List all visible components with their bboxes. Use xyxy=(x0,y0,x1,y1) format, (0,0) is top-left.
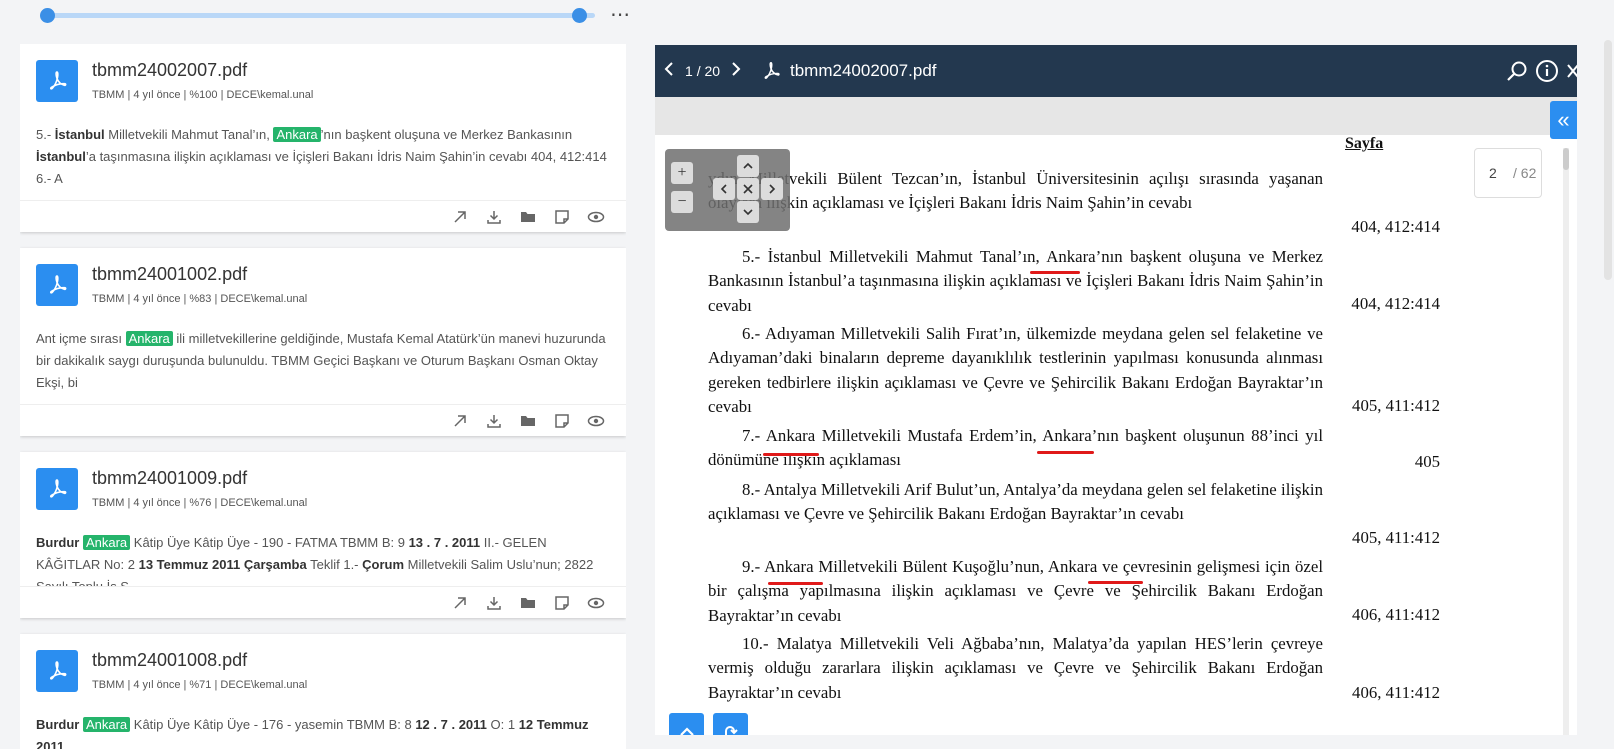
toc-page-ref: 406, 411:412 xyxy=(1352,605,1440,624)
result-snippet: 5.- İstanbul Milletvekili Mahmut Tanal’ı… xyxy=(36,127,607,186)
result-snippet: Burdur Ankara Kâtip Üye Kâtip Üye - 176 … xyxy=(36,717,589,749)
toc-entry: 10.- Malatya Milletvekili Veli Ağbaba’nı… xyxy=(708,634,1323,702)
download-icon[interactable] xyxy=(484,593,504,613)
toc-entry: 8.- Antalya Milletvekili Arif Bulut’un, … xyxy=(708,480,1323,524)
range-handle-min[interactable] xyxy=(40,8,55,23)
result-meta: TBMM | 4 yıl önce | %76 | DECE\kemal.una… xyxy=(92,497,308,509)
viewer-scrollbar[interactable] xyxy=(1563,148,1569,735)
toc-entry: ydın Milletvekili Bülent Tezcan’ın, İsta… xyxy=(708,169,1323,213)
viewer-filename: tbmm24002007.pdf xyxy=(790,61,937,80)
result-snippet: Ant içme sırası Ankara ili milletvekille… xyxy=(36,331,606,390)
result-actions xyxy=(20,404,626,436)
toc-page-ref: 405 xyxy=(1414,452,1440,471)
annotation-underline xyxy=(1088,581,1143,584)
search-icon[interactable] xyxy=(1505,59,1529,88)
annotation-underline xyxy=(1037,451,1094,454)
pan-right-button[interactable] xyxy=(761,178,783,200)
annotation-underline xyxy=(1030,271,1080,274)
toc-page-ref: 404, 412:414 xyxy=(1351,294,1440,313)
toc-entry: 5.- İstanbul Milletvekili Mahmut Tanal’ı… xyxy=(708,247,1323,315)
info-icon[interactable] xyxy=(1535,59,1559,88)
result-card[interactable]: tbmm24001008.pdf TBMM | 4 yıl önce | %71… xyxy=(20,634,626,749)
annotation-underline xyxy=(763,453,819,456)
viewer-toolbar: 1 / 20 tbmm24002007.pdf xyxy=(655,45,1577,97)
folder-icon[interactable] xyxy=(518,207,538,227)
page-scrollbar[interactable] xyxy=(1604,40,1612,280)
download-icon[interactable] xyxy=(484,411,504,431)
pdf-icon xyxy=(36,468,78,510)
viewer-scrollbar-thumb[interactable] xyxy=(1563,148,1569,170)
result-snippet: Burdur Ankara Kâtip Üye Kâtip Üye - 190 … xyxy=(36,535,594,586)
viewer-page-gap xyxy=(655,97,1577,135)
range-handle-max[interactable] xyxy=(572,8,587,23)
scroll-top-button[interactable] xyxy=(669,713,704,735)
result-meta: TBMM | 4 yıl önce | %100 | DECE\kemal.un… xyxy=(92,89,314,101)
close-icon[interactable] xyxy=(1565,59,1577,88)
search-highlight: Ankara xyxy=(82,717,131,732)
search-highlight: Ankara xyxy=(273,127,321,142)
open-external-icon[interactable] xyxy=(450,411,470,431)
open-external-icon[interactable] xyxy=(450,593,470,613)
preview-icon[interactable] xyxy=(586,207,606,227)
note-icon[interactable] xyxy=(552,411,572,431)
zoom-out-button[interactable]: − xyxy=(671,191,693,213)
note-icon[interactable] xyxy=(552,593,572,613)
toc-page-ref: 404, 412:414 xyxy=(1351,217,1440,236)
chevron-right-icon[interactable] xyxy=(730,60,742,83)
result-actions xyxy=(20,586,626,618)
toc-page-ref: 405, 411:412 xyxy=(1352,528,1440,547)
search-highlight: Ankara xyxy=(125,331,173,346)
pdf-icon xyxy=(36,264,78,306)
result-card[interactable]: tbmm24001009.pdf TBMM | 4 yıl önce | %76… xyxy=(20,452,626,618)
chevron-left-icon[interactable] xyxy=(663,60,675,83)
pdf-page: Sayfa ydın Milletvekili Bülent Tezcan’ın… xyxy=(655,135,1577,735)
zoom-in-button[interactable]: + xyxy=(671,162,693,184)
pdf-viewer: 1 / 20 tbmm24002007.pdf Sayfa ydın Mille… xyxy=(655,45,1577,735)
pan-reset-button[interactable] xyxy=(737,178,759,200)
rotate-button[interactable] xyxy=(713,713,748,735)
pdf-icon xyxy=(760,60,782,87)
folder-icon[interactable] xyxy=(518,411,538,431)
page-jump-input[interactable]: 2 / 62 xyxy=(1474,148,1542,198)
pan-left-button[interactable] xyxy=(713,178,735,200)
toc-entry: 9.- Ankara Milletvekili Bülent Kuşoğlu’n… xyxy=(708,557,1323,625)
pan-up-button[interactable] xyxy=(737,155,759,177)
more-options-button[interactable]: ⋯ xyxy=(610,2,631,27)
results-list: tbmm24002007.pdf TBMM | 4 yıl önce | %10… xyxy=(20,44,626,749)
result-meta: TBMM | 4 yıl önce | %71 | DECE\kemal.una… xyxy=(92,679,308,691)
annotation-underline xyxy=(768,582,823,585)
pdf-icon xyxy=(36,60,78,102)
result-filename[interactable]: tbmm24001009.pdf xyxy=(92,468,247,489)
double-chevron-left-icon[interactable]: « xyxy=(1550,101,1577,139)
toc-page-ref: 406, 411:412 xyxy=(1352,683,1440,702)
note-icon[interactable] xyxy=(552,207,572,227)
sayfa-header: Sayfa xyxy=(1345,135,1384,152)
result-filename[interactable]: tbmm24001002.pdf xyxy=(92,264,247,285)
range-track xyxy=(47,13,595,18)
search-highlight: Ankara xyxy=(82,535,131,550)
result-actions xyxy=(20,200,626,232)
preview-icon[interactable] xyxy=(586,411,606,431)
result-filename[interactable]: tbmm24001008.pdf xyxy=(92,650,247,671)
toc-page-ref: 405, 411:412 xyxy=(1352,396,1440,415)
range-slider[interactable] xyxy=(40,8,595,23)
toc-entry: 7.- Ankara Milletvekili Mustafa Erdem’in… xyxy=(708,426,1323,470)
toc-entry: 6.- Adıyaman Milletvekili Salih Fırat’ın… xyxy=(708,324,1323,416)
download-icon[interactable] xyxy=(484,207,504,227)
result-card[interactable]: tbmm24002007.pdf TBMM | 4 yıl önce | %10… xyxy=(20,44,626,232)
result-card[interactable]: tbmm24001002.pdf TBMM | 4 yıl önce | %83… xyxy=(20,248,626,436)
page-indicator: 1 / 20 xyxy=(685,63,721,79)
pan-down-button[interactable] xyxy=(737,201,759,223)
preview-icon[interactable] xyxy=(586,593,606,613)
folder-icon[interactable] xyxy=(518,593,538,613)
pdf-icon xyxy=(36,650,78,692)
zoom-pan-control: + − xyxy=(665,149,790,231)
open-external-icon[interactable] xyxy=(450,207,470,227)
result-meta: TBMM | 4 yıl önce | %83 | DECE\kemal.una… xyxy=(92,293,308,305)
result-filename[interactable]: tbmm24002007.pdf xyxy=(92,60,247,81)
